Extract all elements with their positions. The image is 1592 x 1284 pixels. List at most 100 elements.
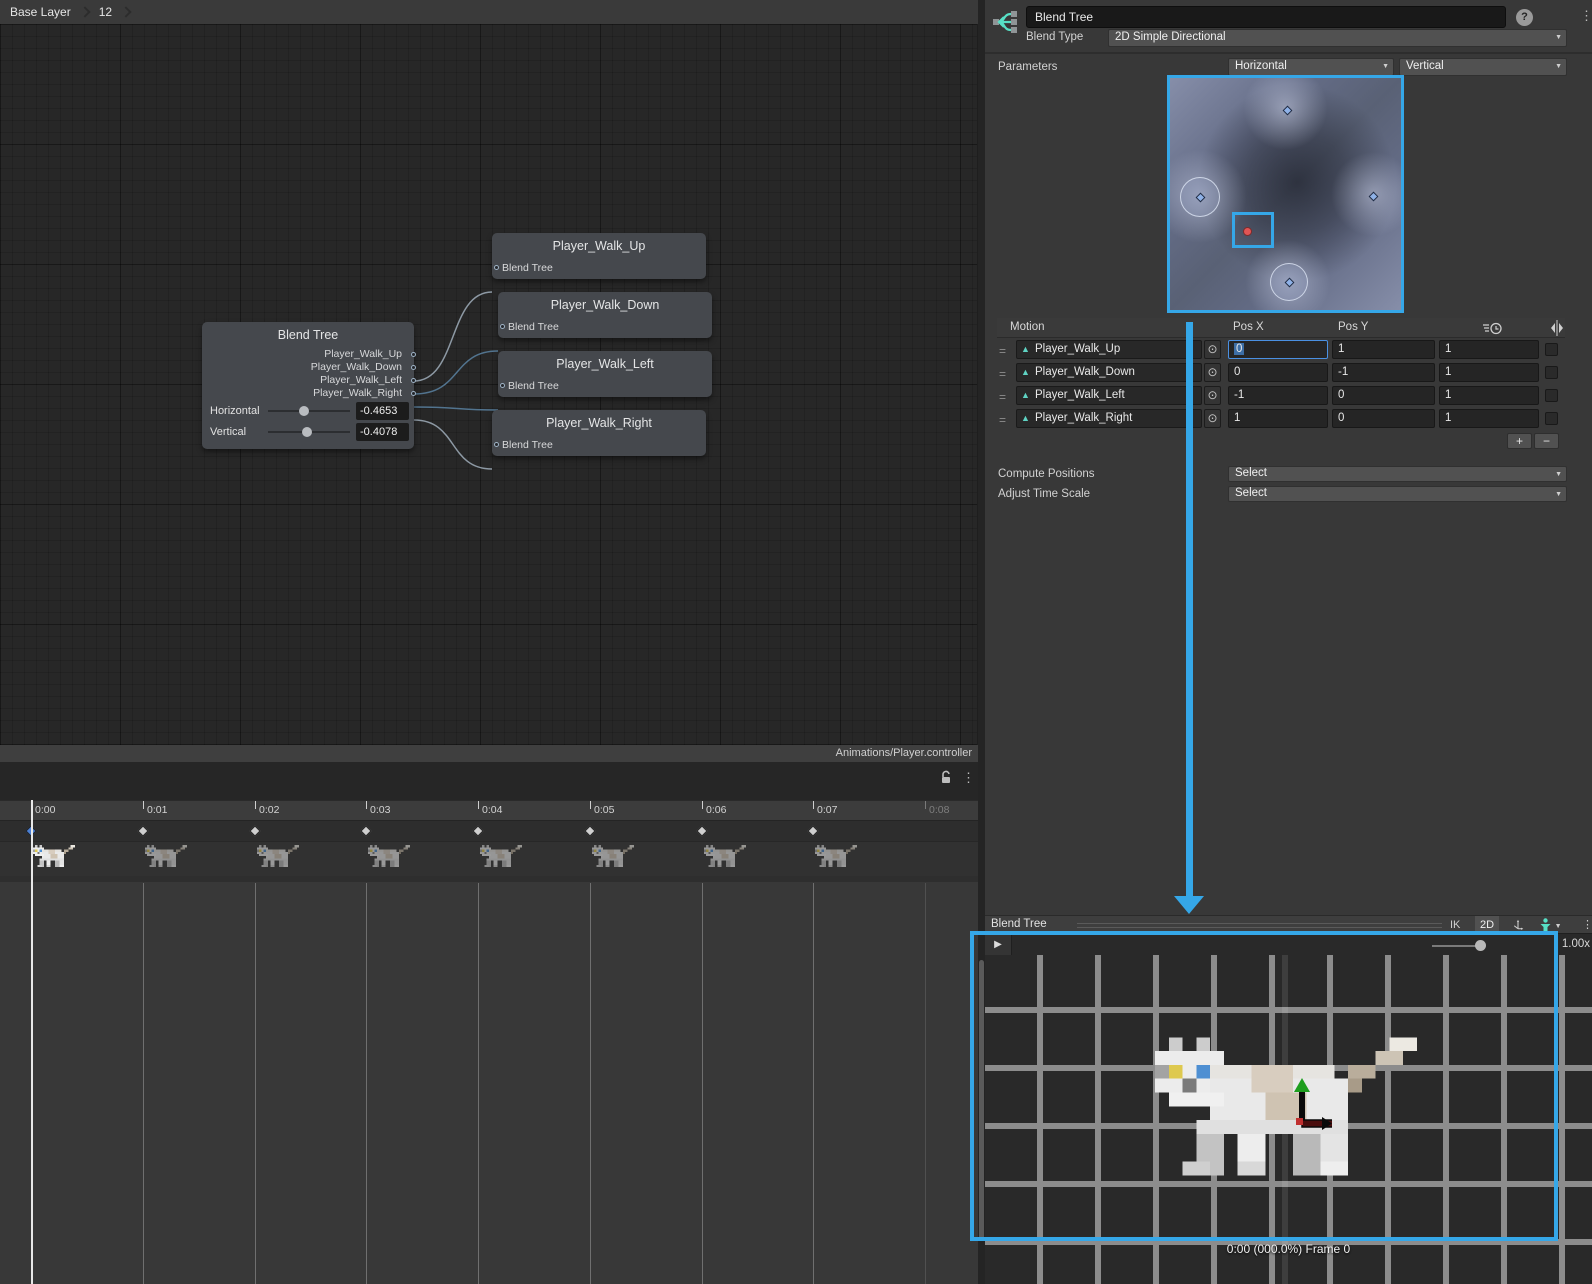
speed-field[interactable]: 1 (1439, 386, 1539, 405)
keyframe[interactable] (137, 825, 148, 836)
slider-handle[interactable] (299, 406, 309, 416)
speed-field[interactable]: 1 (1439, 363, 1539, 382)
drag-handle[interactable]: = (999, 413, 1006, 427)
mirror-checkbox[interactable] (1545, 389, 1558, 402)
keyframe[interactable] (696, 825, 707, 836)
motion-field[interactable]: ▲Player_Walk_Down (1016, 363, 1202, 382)
keyframe[interactable] (249, 825, 260, 836)
mirror-checkbox[interactable] (1545, 343, 1558, 356)
node-player-walk-up[interactable]: Player_Walk_Up Blend Tree (492, 233, 706, 279)
blend-type-dropdown[interactable]: 2D Simple Directional (1108, 29, 1567, 47)
compute-positions-dropdown[interactable]: Select (1228, 466, 1567, 482)
object-picker-icon[interactable]: ⊙ (1204, 386, 1221, 405)
node-player-walk-right[interactable]: Player_Walk_Right Blend Tree (492, 410, 706, 456)
preview-menu-icon[interactable]: ⋮ (1577, 916, 1592, 934)
pos-y-field[interactable]: 0 (1332, 386, 1435, 405)
pos-x-field[interactable]: 1 (1228, 409, 1328, 428)
vertical-value[interactable]: -0.4078 (356, 423, 409, 441)
keyframe[interactable] (472, 825, 483, 836)
motion-point-up[interactable] (1283, 106, 1293, 116)
blend-tree-node-title: Blend Tree (202, 322, 414, 342)
keyframe-track[interactable] (0, 820, 978, 841)
breadcrumb-blend-tree-12[interactable]: 12 (99, 5, 112, 19)
output-port-walk-right[interactable]: Player_Walk_Right (202, 387, 414, 400)
inspector-menu-icon[interactable]: ⋮ (1580, 9, 1592, 23)
blend-space-graph[interactable] (1167, 75, 1404, 313)
output-port-walk-down[interactable]: Player_Walk_Down (202, 361, 414, 374)
unity-editor: Base Layer 12 Blend Tree Player_Walk_Up … (0, 0, 1592, 1284)
motion-field[interactable]: ▲Player_Walk_Right (1016, 409, 1202, 428)
pos-y-field[interactable]: -1 (1332, 363, 1435, 382)
output-port-walk-left[interactable]: Player_Walk_Left (202, 374, 414, 387)
input-port-label: Blend Tree (502, 262, 553, 274)
preview-controls: ▶ 1.00x (985, 933, 1592, 955)
keyframe[interactable] (584, 825, 595, 836)
slider-handle[interactable] (302, 427, 312, 437)
port-dot-icon (411, 391, 416, 396)
drag-handle[interactable]: = (999, 344, 1006, 358)
output-port-walk-up[interactable]: Player_Walk_Up (202, 348, 414, 361)
motion-field[interactable]: ▲Player_Walk_Up (1016, 340, 1202, 359)
2d-toggle-button[interactable]: 2D (1475, 916, 1499, 934)
blend-tree-name-input[interactable] (1026, 6, 1506, 28)
adjust-time-scale-dropdown[interactable]: Select (1228, 486, 1567, 502)
animator-graph-canvas[interactable] (0, 24, 978, 745)
pos-x-field[interactable]: 0 (1228, 363, 1328, 382)
mirror-column-icon (1550, 320, 1564, 336)
pos-x-field[interactable]: 0 (1228, 340, 1328, 359)
object-picker-icon[interactable]: ⊙ (1204, 409, 1221, 428)
speed-field[interactable]: 1 (1439, 409, 1539, 428)
animation-clip-icon: ▲ (1021, 413, 1030, 423)
play-button[interactable]: ▶ (985, 934, 1012, 956)
animation-toolbar (0, 762, 978, 800)
playhead[interactable] (31, 800, 33, 1284)
blend-tree-icon (992, 9, 1018, 36)
motion-point-right[interactable] (1369, 192, 1379, 202)
vertical-slider[interactable] (268, 431, 350, 433)
mirror-checkbox[interactable] (1545, 412, 1558, 425)
tick-label: 0:08 (929, 804, 949, 816)
node-title: Player_Walk_Right (492, 410, 706, 430)
avatar-selector[interactable]: ▼ (1533, 916, 1567, 934)
keyframe[interactable] (807, 825, 818, 836)
preview-titlebar[interactable]: Blend Tree IK 2D ▼ ⋮ (985, 915, 1592, 933)
motion-field[interactable]: ▲Player_Walk_Left (1016, 386, 1202, 405)
pivot-gizmo-icon[interactable] (1507, 916, 1529, 934)
keyframe[interactable] (360, 825, 371, 836)
animation-menu-icon[interactable]: ⋮ (962, 771, 975, 785)
blend-tree-node[interactable]: Blend Tree Player_Walk_Up Player_Walk_Do… (202, 322, 414, 449)
breadcrumb: Base Layer 12 (0, 0, 978, 24)
add-motion-button[interactable]: + (1507, 433, 1532, 449)
unlock-icon[interactable] (938, 770, 954, 786)
blend-position-dot[interactable] (1243, 227, 1252, 236)
object-picker-icon[interactable]: ⊙ (1204, 363, 1221, 382)
vertical-scrollbar[interactable] (979, 960, 984, 1240)
parameter-y-dropdown[interactable]: Vertical (1399, 58, 1567, 76)
transform-gizmo[interactable] (1272, 1078, 1332, 1138)
speed-slider-handle[interactable] (1475, 940, 1486, 951)
mirror-checkbox[interactable] (1545, 366, 1558, 379)
dopesheet-body[interactable] (0, 876, 978, 1284)
timeline-ruler[interactable]: 0:00 0:01 0:02 0:03 0:04 0:05 0:06 0:07 … (0, 800, 978, 820)
horizontal-value[interactable]: -0.4653 (356, 402, 409, 420)
chevron-right-icon (79, 6, 90, 17)
remove-motion-button[interactable]: − (1534, 433, 1559, 449)
object-picker-icon[interactable]: ⊙ (1204, 340, 1221, 359)
drag-handle[interactable]: = (999, 390, 1006, 404)
drag-handle[interactable]: = (999, 367, 1006, 381)
pos-y-field[interactable]: 1 (1332, 340, 1435, 359)
tick-mark (702, 801, 703, 809)
breadcrumb-base-layer[interactable]: Base Layer (10, 5, 71, 19)
ik-toggle-button[interactable]: IK (1445, 916, 1465, 934)
input-port-label: Blend Tree (508, 380, 559, 392)
pos-y-field[interactable]: 0 (1332, 409, 1435, 428)
node-player-walk-left[interactable]: Player_Walk_Left Blend Tree (498, 351, 712, 397)
port-dot-icon (494, 265, 499, 270)
speed-field[interactable]: 1 (1439, 340, 1539, 359)
node-player-walk-down[interactable]: Player_Walk_Down Blend Tree (498, 292, 712, 338)
help-icon[interactable]: ? (1516, 9, 1533, 26)
horizontal-slider[interactable] (268, 410, 350, 412)
grid-line (702, 883, 703, 1284)
pos-x-field[interactable]: -1 (1228, 386, 1328, 405)
parameter-x-dropdown[interactable]: Horizontal (1228, 58, 1394, 76)
